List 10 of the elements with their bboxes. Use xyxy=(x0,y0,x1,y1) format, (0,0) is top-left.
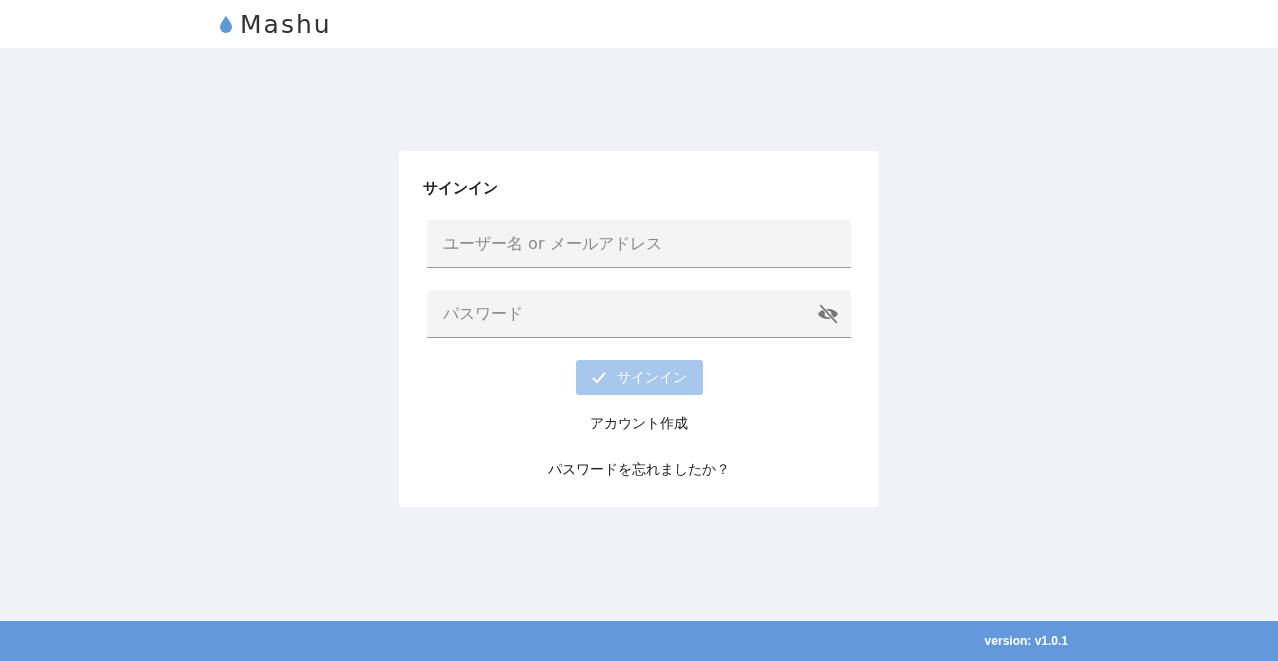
link[interactable]: パスワードを忘れましたか？ xyxy=(548,461,730,479)
version-text: version: v1.0.1 xyxy=(984,634,1068,648)
logo-text: Mashu xyxy=(240,9,332,39)
password-field[interactable]: パスワード xyxy=(427,290,851,338)
check-icon xyxy=(591,371,606,384)
drop-icon xyxy=(220,15,232,33)
eye-off-icon[interactable] xyxy=(817,303,839,325)
input-field[interactable]: ユーザー名 or メールアドレス xyxy=(427,220,851,268)
link[interactable]: アカウント作成 xyxy=(590,415,688,433)
form-title: サインイン xyxy=(423,179,498,198)
